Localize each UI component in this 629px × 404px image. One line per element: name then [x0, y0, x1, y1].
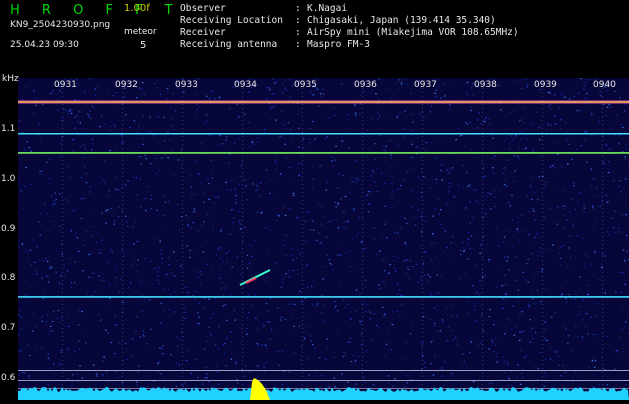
time-tick-label: 0936 [354, 80, 377, 90]
y-tick-label: 0.6 [1, 373, 15, 383]
y-tick-label: 0.7 [1, 323, 15, 333]
version-label: 1.00f [124, 3, 150, 14]
station-value: Chigasaki, Japan (139.414 35.340) [307, 15, 496, 26]
station-value: AirSpy mini (Miakejima VOR 108.65MHz) [307, 27, 519, 38]
time-tick-label: 0937 [414, 80, 437, 90]
y-axis-unit: kHz [2, 74, 19, 84]
time-tick-label: 0935 [294, 80, 317, 90]
app-title: H R O F F T [10, 3, 182, 18]
station-row-receiver: Receiver:AirSpy mini (Miakejima VOR 108.… [180, 27, 519, 38]
date-time: 25.04.23 09:30 [10, 40, 79, 50]
station-key: Receiving Location [180, 15, 295, 26]
time-tick-label: 0938 [474, 80, 497, 90]
y-tick-label: 1.0 [1, 174, 15, 184]
station-row-antenna: Receiving antenna:Maspro FM-3 [180, 39, 370, 50]
time-tick-label: 0934 [234, 80, 257, 90]
station-value: K.Nagai [307, 3, 347, 14]
time-tick-label: 0931 [54, 80, 77, 90]
station-row-observer: Observer:K.Nagai [180, 3, 347, 14]
station-key: Receiving antenna [180, 39, 295, 50]
spectrogram-canvas [18, 78, 629, 400]
time-tick-label: 0940 [593, 80, 616, 90]
time-tick-label: 0933 [175, 80, 198, 90]
spectrogram-plot [18, 78, 629, 400]
y-tick-label: 1.1 [1, 124, 15, 134]
station-key: Observer [180, 3, 295, 14]
station-key: Receiver [180, 27, 295, 38]
meteor-label: meteor [124, 27, 157, 37]
y-tick-label: 0.9 [1, 224, 15, 234]
time-tick-label: 0932 [115, 80, 138, 90]
time-tick-label: 0939 [534, 80, 557, 90]
file-name: KN9_2504230930.png [10, 20, 110, 30]
station-row-location: Receiving Location:Chigasaki, Japan (139… [180, 15, 496, 26]
y-tick-label: 0.8 [1, 273, 15, 283]
meteor-count: 5 [140, 40, 146, 51]
station-value: Maspro FM-3 [307, 39, 370, 50]
